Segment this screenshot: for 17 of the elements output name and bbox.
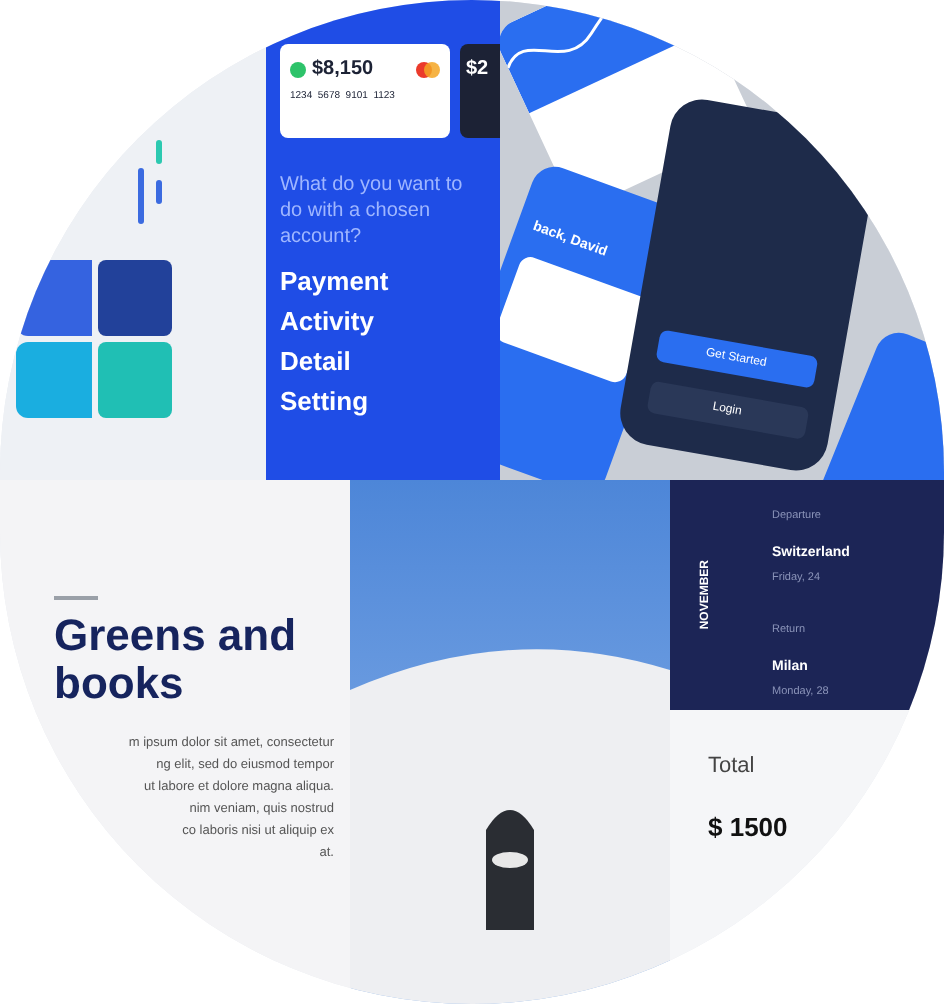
bar-chart-drawing (132, 140, 162, 224)
dashboard-tile[interactable] (16, 260, 91, 336)
dashboard-tile[interactable] (97, 342, 172, 418)
card-logo-icon (416, 61, 440, 77)
article-title: Greens and (54, 612, 299, 660)
menu-item[interactable]: Detail (280, 346, 500, 376)
menu-item[interactable]: Payment (280, 266, 500, 296)
card-balance: $8,150 (312, 56, 374, 84)
card-balance: $2 (466, 56, 489, 84)
total-label: Total (708, 752, 757, 782)
menu-item[interactable]: Activity (280, 306, 500, 336)
total-amount: $ 1500 (708, 809, 790, 845)
dashboard-tile[interactable] (16, 342, 91, 418)
article-title: books (54, 660, 186, 708)
question-text: What do you want to do with a chosen account? (280, 172, 465, 250)
menu-item[interactable]: Setting (280, 386, 500, 416)
dashboard-tile[interactable] (97, 260, 172, 336)
